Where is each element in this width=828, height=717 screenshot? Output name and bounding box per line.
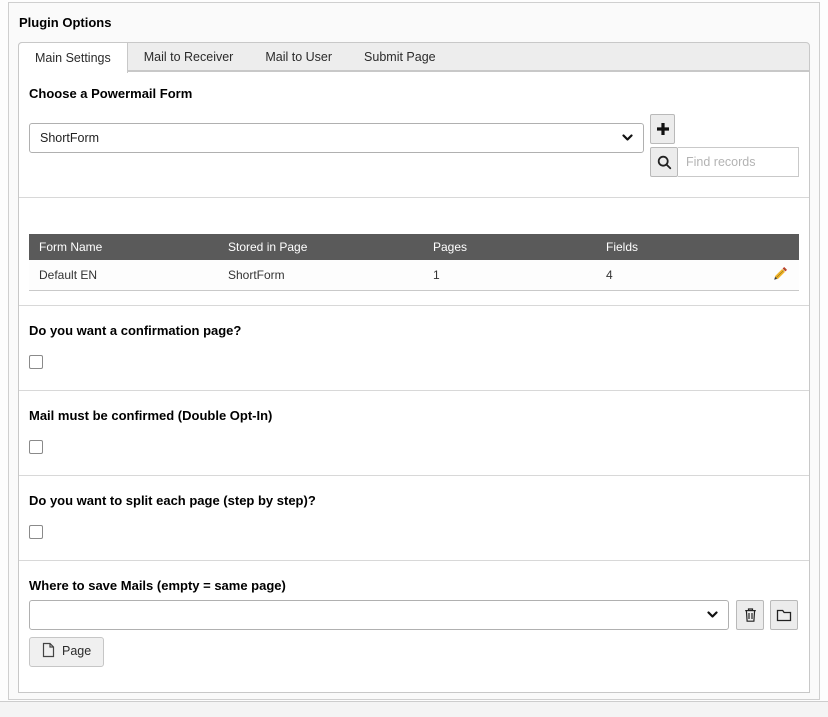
choose-form-heading: Choose a Powermail Form bbox=[29, 86, 799, 101]
save-mails-heading: Where to save Mails (empty = same page) bbox=[29, 578, 799, 593]
document-icon bbox=[42, 642, 55, 661]
table-header-row: Form Name Stored in Page Pages Fields bbox=[29, 234, 799, 260]
split-pages-section: Do you want to split each page (step by … bbox=[19, 475, 809, 560]
tab-label: Mail to Receiver bbox=[144, 50, 234, 64]
plugin-options-frame: Plugin Options Main Settings Mail to Rec… bbox=[8, 2, 820, 700]
cell-actions bbox=[749, 260, 799, 290]
double-opt-in-section: Mail must be confirmed (Double Opt-In) bbox=[19, 390, 809, 475]
table-row: Default EN ShortForm 1 4 bbox=[29, 260, 799, 290]
tab-label: Main Settings bbox=[35, 51, 111, 65]
confirmation-page-checkbox[interactable] bbox=[29, 355, 43, 369]
forms-table: Form Name Stored in Page Pages Fields De… bbox=[29, 234, 799, 291]
save-mails-select[interactable] bbox=[29, 600, 729, 630]
save-mails-section: Where to save Mails (empty = same page) bbox=[19, 560, 809, 667]
bottom-divider-strip bbox=[0, 701, 828, 717]
chevron-down-icon bbox=[622, 134, 633, 142]
tab-submit-page[interactable]: Submit Page bbox=[348, 43, 452, 70]
tab-bar: Main Settings Mail to Receiver Mail to U… bbox=[18, 42, 810, 71]
split-pages-heading: Do you want to split each page (step by … bbox=[29, 493, 799, 508]
find-records-input[interactable] bbox=[678, 147, 799, 177]
main-settings-panel: Choose a Powermail Form ShortForm bbox=[18, 71, 810, 693]
column-header-fields: Fields bbox=[596, 234, 749, 260]
page-record-button[interactable]: Page bbox=[29, 637, 104, 667]
record-search-group bbox=[650, 147, 799, 177]
selected-form-value: ShortForm bbox=[40, 131, 99, 145]
column-header-actions bbox=[749, 234, 799, 260]
add-record-button[interactable] bbox=[650, 114, 675, 144]
cell-pages: 1 bbox=[423, 260, 596, 290]
column-header-pages: Pages bbox=[423, 234, 596, 260]
pencil-icon bbox=[772, 271, 789, 285]
powermail-form-select[interactable]: ShortForm bbox=[29, 123, 644, 153]
folder-icon bbox=[776, 608, 792, 622]
tab-mail-to-receiver[interactable]: Mail to Receiver bbox=[128, 43, 250, 70]
column-header-form-name: Form Name bbox=[29, 234, 218, 260]
page-button-label: Page bbox=[62, 645, 91, 658]
cell-form-name: Default EN bbox=[29, 260, 218, 290]
tab-mail-to-user[interactable]: Mail to User bbox=[249, 43, 348, 70]
cell-stored-in-page: ShortForm bbox=[218, 260, 423, 290]
confirmation-page-heading: Do you want a confirmation page? bbox=[29, 323, 799, 338]
tab-label: Submit Page bbox=[364, 50, 436, 64]
cell-fields: 4 bbox=[596, 260, 749, 290]
clear-selection-button[interactable] bbox=[736, 600, 764, 630]
forms-table-section: Form Name Stored in Page Pages Fields De… bbox=[19, 197, 809, 305]
search-icon bbox=[657, 155, 672, 170]
confirmation-page-section: Do you want a confirmation page? bbox=[19, 305, 809, 390]
choose-form-section: Choose a Powermail Form ShortForm bbox=[19, 72, 809, 197]
browse-pages-button[interactable] bbox=[770, 600, 798, 630]
split-pages-checkbox[interactable] bbox=[29, 525, 43, 539]
tab-main-settings[interactable]: Main Settings bbox=[18, 42, 128, 73]
search-button[interactable] bbox=[650, 147, 678, 177]
trash-icon bbox=[743, 607, 758, 623]
double-opt-in-checkbox[interactable] bbox=[29, 440, 43, 454]
plus-icon bbox=[656, 122, 670, 136]
chevron-down-icon bbox=[707, 611, 718, 619]
column-header-stored-in-page: Stored in Page bbox=[218, 234, 423, 260]
double-opt-in-heading: Mail must be confirmed (Double Opt-In) bbox=[29, 408, 799, 423]
edit-record-button[interactable] bbox=[772, 265, 789, 282]
tab-label: Mail to User bbox=[265, 50, 332, 64]
page-title: Plugin Options bbox=[19, 15, 819, 31]
form-picker-tools bbox=[650, 114, 799, 177]
